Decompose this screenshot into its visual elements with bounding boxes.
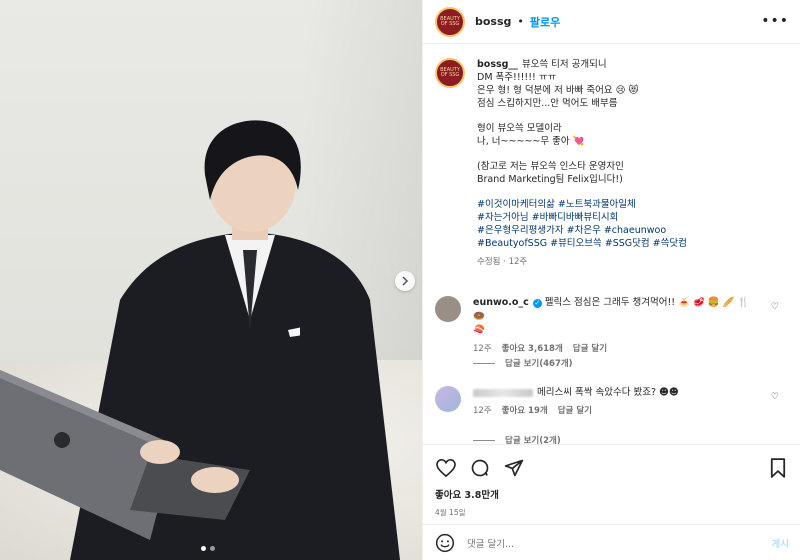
caption-body: bossg__ 뷰오쓱 티저 공개되니 DM 폭주!!!!!! ㅠㅠ 은우 형! …: [477, 58, 687, 269]
comment-age: 12주: [473, 406, 492, 416]
view-replies-label: 답글 보기(2개): [505, 436, 561, 444]
hashtag-line[interactable]: #BeautyofSSG #뷰티오브쓱 #SSG닷컴 #쓱닷컴: [477, 237, 687, 250]
comment-avatar[interactable]: [435, 296, 461, 322]
reply-button[interactable]: 답글 달기: [573, 342, 607, 356]
comment-item: eunwo.o_c ✓ 펠릭스 점심은 그래두 챙겨먹어!! 🍝 🥩 🍔 🥖 🍴 🍩…: [435, 296, 789, 356]
comment-text: 메리스씨 폭싹 속았수다 봤죠? ☻☻: [537, 387, 679, 398]
photo-illustration: [0, 120, 400, 560]
caption-meta: 수정됨 · 12주: [477, 257, 528, 267]
comment-meta: 12주 좋아요 3,618개 답글 달기: [473, 342, 763, 356]
caption-line: 나, 너~~~~~무 좋아 💘: [477, 136, 585, 147]
comments-scroll[interactable]: BEAUTY OF SSG bossg__ 뷰오쓱 티저 공개되니 DM 폭주!!…: [423, 44, 800, 444]
caption-username[interactable]: bossg__: [477, 59, 518, 70]
bookmark-icon[interactable]: [767, 457, 789, 479]
comment-avatar[interactable]: [435, 386, 461, 412]
comment-age: 12주: [473, 344, 492, 354]
post-panel: BEAUTY OF SSG bossg • 팔로우 ••• BEAUTY OF …: [422, 0, 800, 560]
caption-line: Brand Marketing팀 Felix입니다!): [477, 174, 623, 185]
carousel-dots: [201, 546, 215, 551]
comment-likes[interactable]: 좋아요 3,618개: [502, 342, 563, 356]
caption-line: 점심 스킵하지만...안 먹어도 배부름: [477, 98, 618, 109]
action-bar: 좋아요 3.8만개 4월 15일: [423, 444, 800, 522]
avatar-logo-text: BEAUTY OF SSG: [440, 15, 460, 27]
view-replies-button[interactable]: 답글 보기(467개): [473, 357, 573, 369]
caption-line: DM 폭주!!!!!! ㅠㅠ: [477, 72, 557, 83]
add-comment-bar: 댓글 달기... 게시: [423, 524, 800, 560]
post-photo[interactable]: [0, 0, 422, 560]
comment-username[interactable]: eunwo.o_c: [473, 297, 529, 308]
follow-button[interactable]: 팔로우: [530, 14, 560, 30]
replies-line: [473, 439, 495, 441]
caption-avatar[interactable]: BEAUTY OF SSG: [435, 58, 465, 88]
comment-input[interactable]: 댓글 달기...: [467, 536, 772, 550]
hashtag-line[interactable]: #은우형우리평생가자 #차은우 #chaeunwoo: [477, 224, 687, 237]
action-row: [423, 445, 800, 485]
avatar-logo-text: BEAUTY OF SSG: [440, 67, 460, 78]
next-photo-button[interactable]: [395, 271, 415, 291]
caption-gap: [477, 110, 687, 122]
caption-line: 형이 뷰오쓱 모델이라: [477, 123, 562, 134]
comment-item: 메리스씨 폭싹 속았수다 봤죠? ☻☻ 12주 좋아요 19개 답글 달기 ♡: [435, 386, 789, 418]
like-comment-icon[interactable]: ♡: [771, 302, 779, 312]
caption-line: 뷰오쓱 티저 공개되니: [521, 59, 607, 70]
emoji-icon[interactable]: [435, 533, 455, 553]
blurred-username: [473, 388, 533, 397]
caption-line: (참고로 저는 뷰오쓱 인스타 운영자인: [477, 161, 624, 172]
share-icon[interactable]: [503, 457, 525, 479]
view-replies-button[interactable]: 답글 보기(2개): [473, 434, 561, 444]
likes-count[interactable]: 좋아요 3.8만개: [423, 485, 800, 503]
comment-body: eunwo.o_c ✓ 펠릭스 점심은 그래두 챙겨먹어!! 🍝 🥩 🍔 🥖 🍴 🍩…: [473, 296, 763, 356]
post-header: BEAUTY OF SSG bossg • 팔로우 •••: [423, 0, 800, 44]
carousel-dot: [201, 546, 206, 551]
more-options-icon[interactable]: •••: [761, 13, 789, 29]
comment-body: 메리스씨 폭싹 속았수다 봤죠? ☻☻ 12주 좋아요 19개 답글 달기: [473, 386, 763, 418]
header-separator: •: [517, 15, 524, 28]
carousel-dot: [210, 546, 215, 551]
hashtag-line[interactable]: #이것이마케터의삶 #노트북과물아일체: [477, 198, 687, 211]
comment-meta: 12주 좋아요 19개 답글 달기: [473, 404, 763, 418]
comment-likes[interactable]: 좋아요 19개: [502, 404, 548, 418]
heart-icon[interactable]: [435, 457, 457, 479]
reply-button[interactable]: 답글 달기: [558, 404, 592, 418]
like-comment-icon[interactable]: ♡: [771, 392, 779, 402]
replies-line: [473, 362, 495, 364]
caption-gap: [477, 148, 687, 160]
caption-line: 은우 형! 형 덕분에 저 바빠 죽어요 😢 😻: [477, 85, 639, 96]
verified-badge-icon: ✓: [532, 299, 542, 308]
post-date: 4월 15일: [435, 508, 466, 517]
caption: BEAUTY OF SSG bossg__ 뷰오쓱 티저 공개되니 DM 폭주!!…: [435, 58, 785, 269]
avatar[interactable]: BEAUTY OF SSG: [435, 6, 465, 37]
chevron-right-icon: [402, 276, 409, 286]
hashtag-line[interactable]: #자는거아님 #바빠디바빠뷰티시회: [477, 211, 687, 224]
post-comment-button[interactable]: 게시: [772, 536, 789, 550]
caption-gap: [477, 186, 687, 198]
comment-icon[interactable]: [469, 457, 491, 479]
header-username[interactable]: bossg: [475, 15, 511, 28]
comment-text: 🍣: [473, 325, 485, 336]
view-replies-label: 답글 보기(467개): [505, 359, 573, 369]
